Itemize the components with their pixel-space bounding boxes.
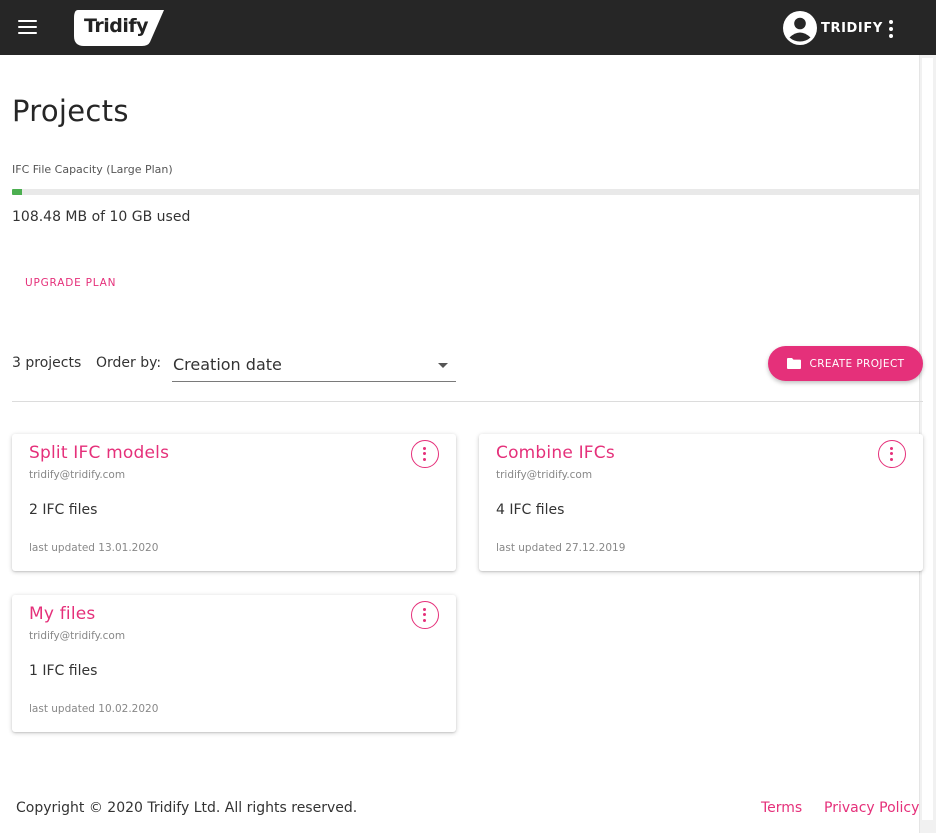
more-vert-icon[interactable] xyxy=(884,17,898,41)
capacity-progress-bar xyxy=(12,189,919,195)
divider xyxy=(12,401,923,402)
user-menu[interactable]: TRIDIFY xyxy=(782,11,883,45)
capacity-usage-text: 108.48 MB of 10 GB used xyxy=(12,209,191,225)
project-last-updated: last updated 10.02.2020 xyxy=(29,703,159,715)
project-file-count: 4 IFC files xyxy=(496,502,565,518)
user-name: TRIDIFY xyxy=(821,20,883,36)
more-vert-icon[interactable] xyxy=(878,440,906,468)
more-vert-icon[interactable] xyxy=(411,601,439,629)
project-card[interactable]: Combine IFCs tridify@tridify.com 4 IFC f… xyxy=(479,434,923,571)
more-vert-icon[interactable] xyxy=(411,440,439,468)
privacy-policy-link[interactable]: Privacy Policy xyxy=(824,800,919,816)
project-card[interactable]: Split IFC models tridify@tridify.com 2 I… xyxy=(12,434,456,571)
hamburger-menu-icon xyxy=(18,20,37,22)
app-header: Tridify TRIDIFY xyxy=(0,0,936,55)
create-project-label: CREATE PROJECT xyxy=(809,357,905,370)
project-owner: tridify@tridify.com xyxy=(29,630,126,642)
logo-text: Tridify xyxy=(84,15,149,37)
project-title[interactable]: Split IFC models xyxy=(29,443,169,463)
project-owner: tridify@tridify.com xyxy=(29,469,126,481)
project-owner: tridify@tridify.com xyxy=(496,469,593,481)
page-title: Projects xyxy=(12,94,129,128)
project-card[interactable]: My files tridify@tridify.com 1 IFC files… xyxy=(12,595,456,732)
create-project-button[interactable]: CREATE PROJECT xyxy=(768,346,923,381)
project-file-count: 2 IFC files xyxy=(29,502,98,518)
project-file-count: 1 IFC files xyxy=(29,663,98,679)
order-by-label: Order by: xyxy=(96,355,162,371)
scrollbar-thumb[interactable] xyxy=(922,58,933,820)
capacity-label: IFC File Capacity (Large Plan) xyxy=(12,163,173,176)
project-last-updated: last updated 27.12.2019 xyxy=(496,542,626,554)
footer-copyright: Copyright © 2020 Tridify Ltd. All rights… xyxy=(16,800,358,816)
upgrade-plan-button[interactable]: UPGRADE PLAN xyxy=(14,270,127,296)
project-title[interactable]: My files xyxy=(29,604,95,624)
project-last-updated: last updated 13.01.2020 xyxy=(29,542,159,554)
project-title[interactable]: Combine IFCs xyxy=(496,443,615,463)
capacity-progress-fill xyxy=(12,189,22,195)
arrow-drop-down-icon xyxy=(438,363,448,368)
project-count: 3 projects xyxy=(12,355,82,371)
order-by-select[interactable]: Creation date xyxy=(172,350,456,382)
folder-icon xyxy=(786,358,801,369)
account-circle-icon xyxy=(783,11,817,45)
menu-button[interactable] xyxy=(10,12,46,43)
order-by-value: Creation date xyxy=(173,355,282,374)
terms-link[interactable]: Terms xyxy=(761,800,802,816)
